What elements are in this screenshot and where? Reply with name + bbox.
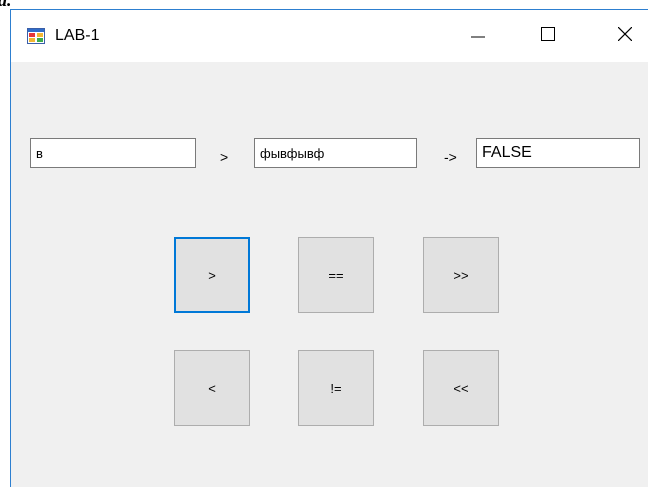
shift-right-button[interactable]: >>: [423, 237, 499, 313]
right-operand-input[interactable]: [254, 138, 417, 168]
page: a. LAB-1: [0, 0, 648, 487]
maximize-icon: [541, 26, 555, 46]
result-output-field[interactable]: [476, 138, 640, 168]
app-window: LAB-1 > -> > == >>: [10, 9, 648, 487]
equal-button[interactable]: ==: [298, 237, 374, 313]
operator-label: >: [220, 149, 229, 165]
close-icon: [617, 26, 633, 46]
not-equal-button[interactable]: !=: [298, 350, 374, 426]
minimize-button[interactable]: [455, 10, 501, 62]
less-than-button[interactable]: <: [174, 350, 250, 426]
left-operand-input[interactable]: [30, 138, 196, 168]
close-button[interactable]: [602, 10, 648, 62]
minimize-icon: [471, 27, 485, 46]
shift-left-button[interactable]: <<: [423, 350, 499, 426]
app-window-icon: [27, 28, 45, 44]
greater-than-button[interactable]: >: [174, 237, 250, 313]
result-arrow-label: ->: [444, 149, 457, 165]
title-bar[interactable]: LAB-1: [11, 10, 648, 62]
maximize-button[interactable]: [525, 10, 571, 62]
window-title: LAB-1: [55, 27, 100, 44]
